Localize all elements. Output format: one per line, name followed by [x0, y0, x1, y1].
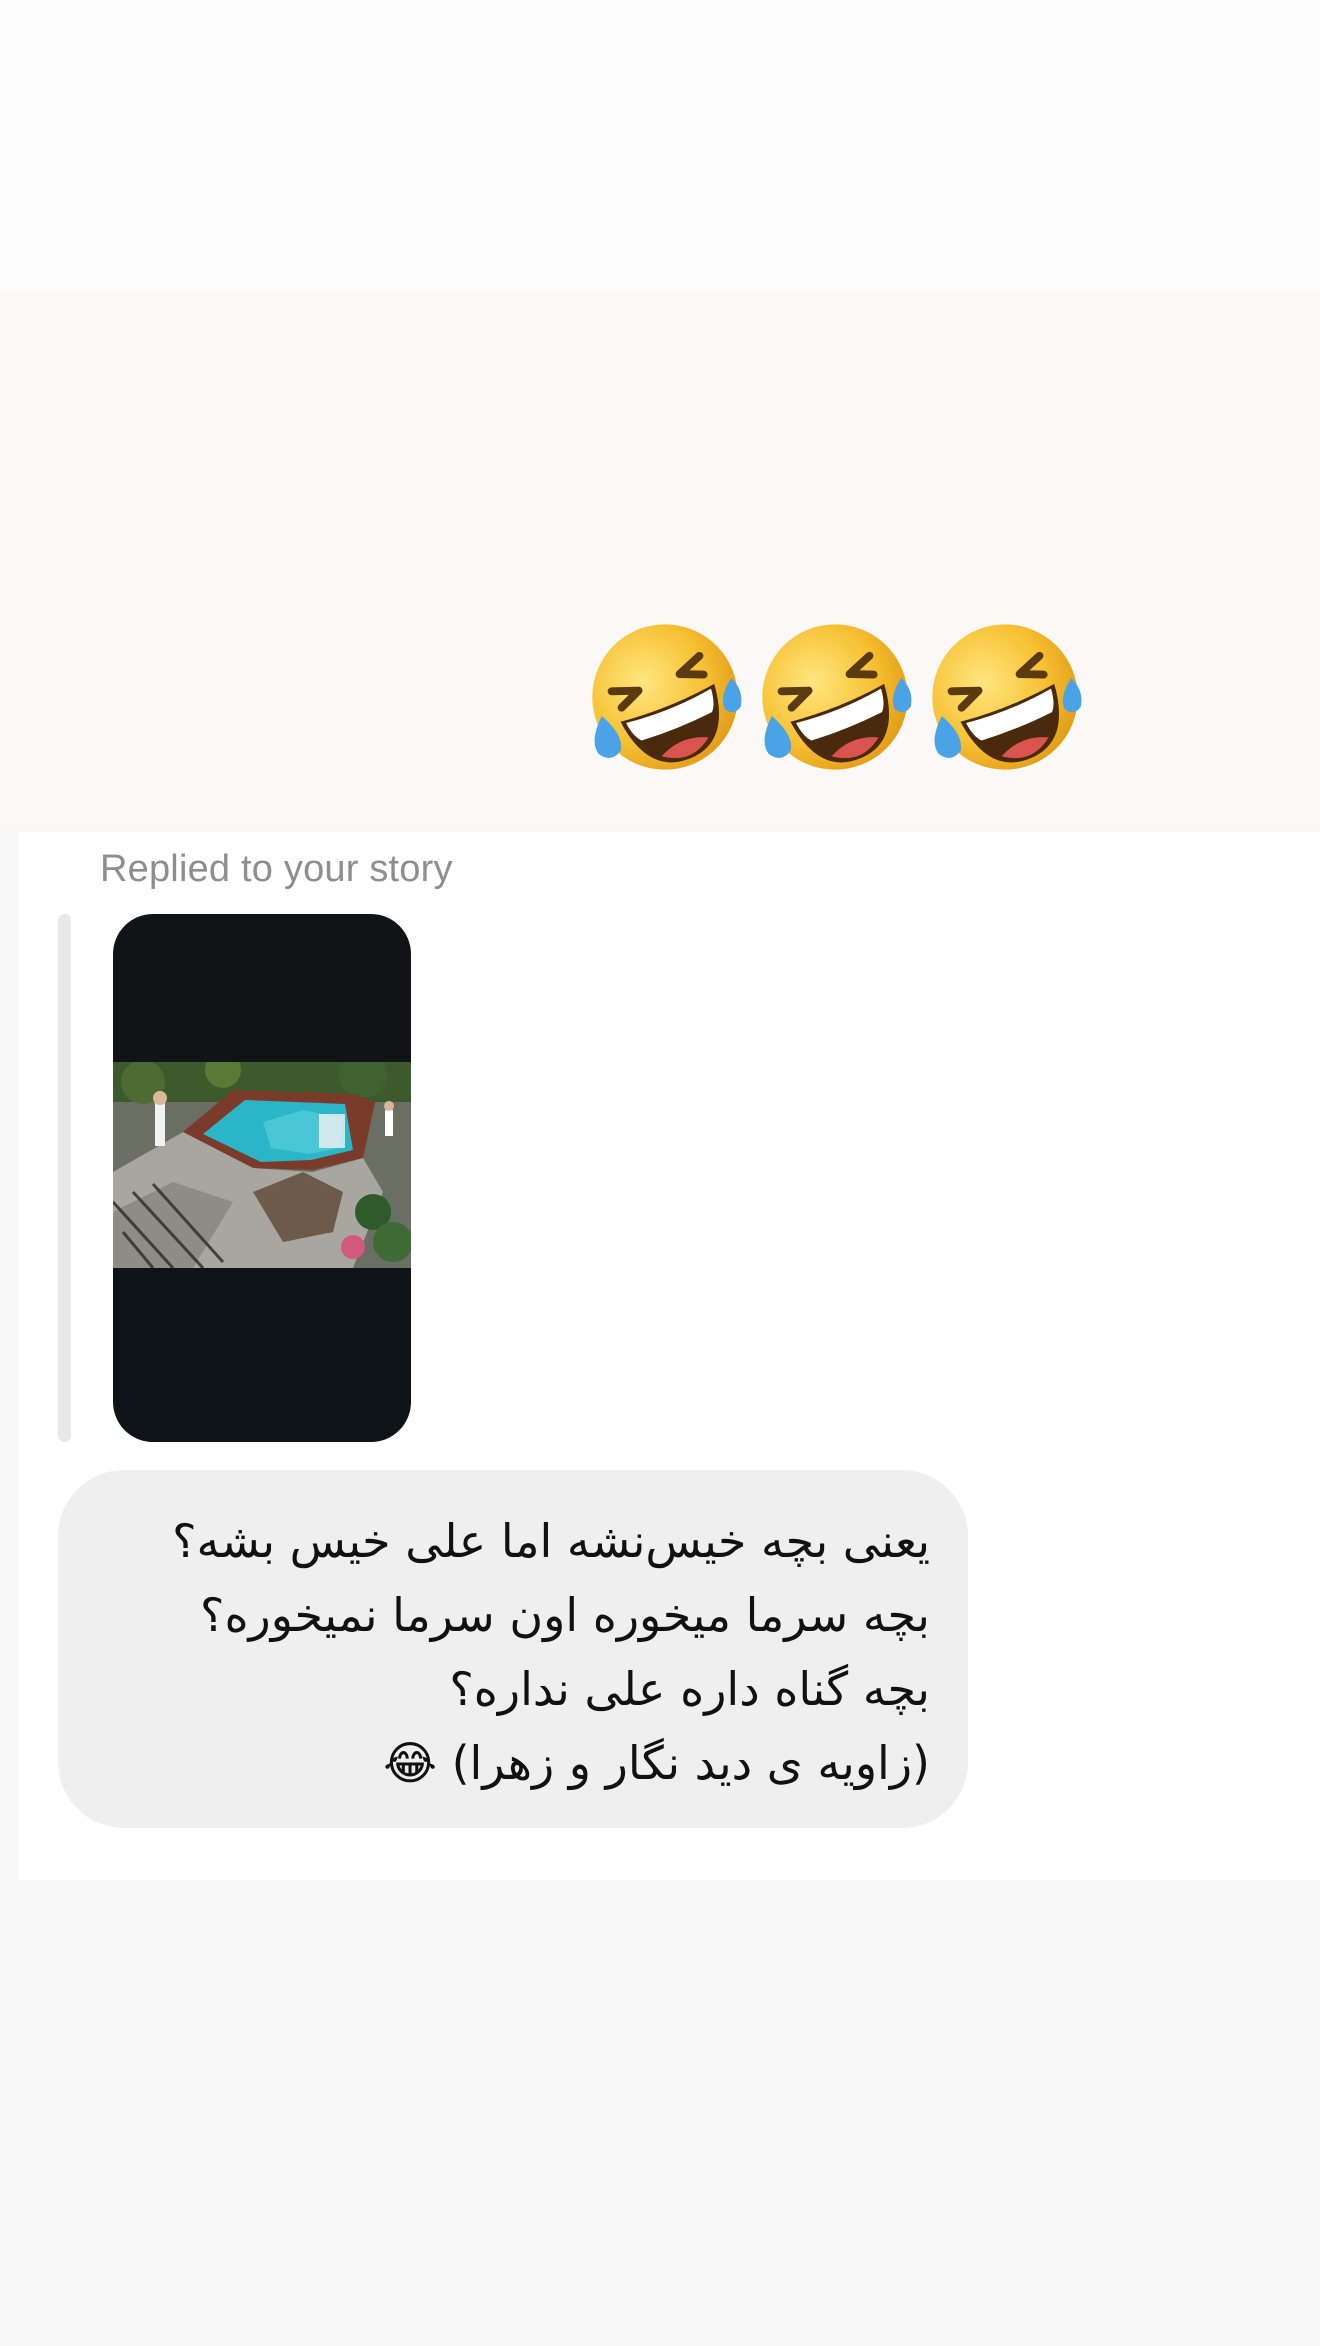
replied-to-story-label: Replied to your story — [100, 848, 453, 890]
story-reply-message: Replied to your story — [18, 832, 1320, 1880]
story-thumbnail[interactable] — [113, 914, 411, 1442]
rolling-on-floor-laughing-icon — [586, 618, 744, 776]
pool-photo — [113, 1062, 411, 1268]
rolling-on-floor-laughing-icon — [756, 618, 914, 776]
reply-indicator-bar — [58, 914, 71, 1442]
bottom-area — [0, 1880, 1320, 2346]
message-text: یعنی بچه خیس‌نشه اما علی خیس بشه؟ بچه سر… — [172, 1514, 930, 1790]
top-area — [0, 0, 1320, 290]
message-bubble[interactable]: یعنی بچه خیس‌نشه اما علی خیس بشه؟ بچه سر… — [58, 1470, 968, 1828]
rolling-on-floor-laughing-icon — [926, 618, 1084, 776]
emoji-message[interactable] — [586, 612, 1084, 782]
